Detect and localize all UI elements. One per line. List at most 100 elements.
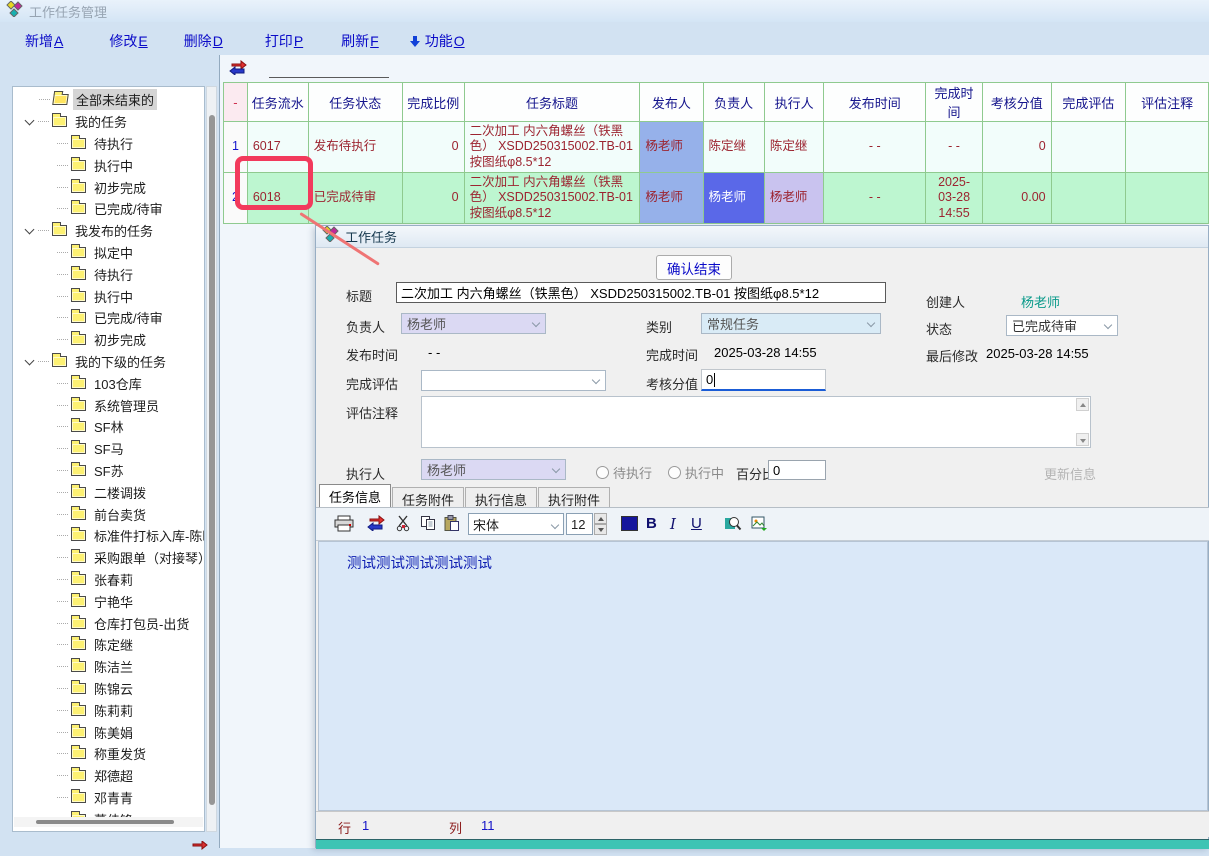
table-cell[interactable]: 二次加工 内六角螺丝（铁黑色） XSDD250315002.TB-01 按图纸φ…: [464, 173, 640, 224]
swap-arrows-icon[interactable]: [228, 60, 248, 80]
grid-column-header[interactable]: 执行人: [764, 83, 824, 122]
tree-item[interactable]: 已完成/待审: [13, 307, 205, 329]
tree-item[interactable]: 称重发货: [13, 743, 205, 765]
tree-item[interactable]: 陈定继: [13, 634, 205, 656]
tree-item[interactable]: 二楼调拨: [13, 481, 205, 503]
tree-item[interactable]: 103仓库: [13, 372, 205, 394]
category-select[interactable]: 常规任务: [701, 313, 881, 334]
size-increase-icon[interactable]: [594, 513, 607, 524]
table-cell[interactable]: [1051, 173, 1126, 224]
table-cell[interactable]: 2025-03-28 14:55: [926, 173, 983, 224]
tree-item[interactable]: 我的任务: [13, 111, 205, 133]
grid-column-header[interactable]: 负责人: [703, 83, 764, 122]
status-select[interactable]: 已完成待审: [1006, 315, 1118, 336]
swap-arrows-icon[interactable]: [366, 515, 386, 531]
tree-item[interactable]: 拟定中: [13, 242, 205, 264]
tree-item[interactable]: 陈莉莉: [13, 699, 205, 721]
tree-expand-icon[interactable]: [23, 119, 38, 124]
tree-item[interactable]: 仓库打包员-出货: [13, 612, 205, 634]
grid-column-header[interactable]: 完成评估: [1051, 83, 1126, 122]
percent-input[interactable]: 0: [768, 460, 826, 480]
table-cell[interactable]: [1126, 173, 1209, 224]
filter-underline[interactable]: [269, 77, 389, 78]
table-cell[interactable]: - -: [824, 173, 926, 224]
radio-running[interactable]: 执行中: [668, 463, 724, 482]
font-size-input[interactable]: 12: [566, 513, 593, 535]
delete-button[interactable]: 删除D: [184, 31, 223, 51]
tab-1[interactable]: 任务信息: [319, 484, 391, 507]
executor-select[interactable]: 杨老师: [421, 459, 566, 480]
table-cell[interactable]: 0: [402, 173, 464, 224]
tab-4[interactable]: 执行附件: [538, 487, 610, 507]
table-cell[interactable]: 杨老师: [764, 173, 824, 224]
grid-column-header[interactable]: 任务流水: [247, 83, 308, 122]
grid-column-header[interactable]: 考核分值: [982, 83, 1051, 122]
grid-column-header[interactable]: 完成时间: [926, 83, 983, 122]
editor-content[interactable]: 测试测试测试测试测试: [318, 541, 1208, 811]
tree-expand-icon[interactable]: [23, 359, 38, 364]
radio-pending[interactable]: 待执行: [596, 463, 652, 482]
tree-item[interactable]: 待执行: [13, 263, 205, 285]
table-cell[interactable]: 0.00: [982, 173, 1051, 224]
tree-expand-icon[interactable]: [23, 228, 38, 233]
grid-column-header[interactable]: 评估注释: [1126, 83, 1209, 122]
tree-item[interactable]: 陈锦云: [13, 678, 205, 700]
tree-item[interactable]: 初步完成: [13, 329, 205, 351]
confirm-finish-button[interactable]: 确认结束: [656, 255, 732, 280]
tree-item[interactable]: SF苏: [13, 460, 205, 482]
table-cell[interactable]: 0: [402, 122, 464, 173]
tab-3[interactable]: 执行信息: [465, 487, 537, 507]
edit-button[interactable]: 修改E: [109, 31, 147, 51]
owner-select[interactable]: 杨老师: [401, 313, 546, 334]
table-cell[interactable]: - -: [824, 122, 926, 173]
dialog-titlebar[interactable]: 工作任务: [316, 226, 1208, 248]
tree-item[interactable]: 张春莉: [13, 569, 205, 591]
scroll-down-icon[interactable]: [1076, 433, 1089, 446]
tree-item[interactable]: 前台卖货: [13, 503, 205, 525]
copy-icon[interactable]: [420, 515, 436, 531]
tree-item[interactable]: 执行中: [13, 154, 205, 176]
table-cell[interactable]: 发布待执行: [308, 122, 402, 173]
table-cell[interactable]: 二次加工 内六角螺丝（铁黑色） XSDD250315002.TB-01 按图纸φ…: [464, 122, 640, 173]
refresh-button[interactable]: 刷新F: [341, 31, 379, 51]
table-cell[interactable]: 陈定继: [764, 122, 824, 173]
tree-vertical-scrollbar[interactable]: [206, 86, 217, 832]
tab-2[interactable]: 任务附件: [392, 487, 464, 507]
tree-item[interactable]: 宁艳华: [13, 590, 205, 612]
size-decrease-icon[interactable]: [594, 524, 607, 535]
table-cell[interactable]: [1051, 122, 1126, 173]
scroll-up-icon[interactable]: [1076, 398, 1089, 411]
grid-column-header[interactable]: 发布人: [640, 83, 703, 122]
table-cell[interactable]: - -: [926, 122, 983, 173]
tree-item[interactable]: 系统管理员: [13, 394, 205, 416]
find-icon[interactable]: [724, 515, 743, 532]
tree-item[interactable]: 待执行: [13, 133, 205, 155]
tree-item[interactable]: SF马: [13, 438, 205, 460]
table-cell[interactable]: [1126, 122, 1209, 173]
tree-item[interactable]: 初步完成: [13, 176, 205, 198]
font-select[interactable]: 宋体: [468, 513, 564, 535]
eval-select[interactable]: [421, 370, 606, 391]
grid-column-header[interactable]: 发布时间: [824, 83, 926, 122]
table-cell[interactable]: 0: [982, 122, 1051, 173]
insert-image-icon[interactable]: [750, 515, 768, 532]
tree-item[interactable]: 我发布的任务: [13, 220, 205, 242]
note-textarea[interactable]: [421, 396, 1091, 448]
table-row[interactable]: 16017发布待执行0二次加工 内六角螺丝（铁黑色） XSDD250315002…: [224, 122, 1209, 173]
grid-column-header[interactable]: 任务状态: [308, 83, 402, 122]
font-color-swatch[interactable]: [621, 516, 638, 531]
tree-item[interactable]: 邓青青: [13, 787, 205, 809]
functions-button[interactable]: 功能O: [409, 31, 465, 51]
score-input[interactable]: 0: [701, 369, 826, 391]
table-cell[interactable]: 杨老师: [703, 173, 764, 224]
paste-icon[interactable]: [444, 515, 460, 532]
print-icon[interactable]: [334, 515, 354, 532]
table-cell[interactable]: 陈定继: [703, 122, 764, 173]
table-cell[interactable]: 已完成待审: [308, 173, 402, 224]
table-cell[interactable]: 杨老师: [640, 173, 703, 224]
grid-column-header[interactable]: 完成比例: [402, 83, 464, 122]
underline-button[interactable]: U: [691, 515, 702, 532]
tree-item[interactable]: 陈美娟: [13, 721, 205, 743]
grid-column-header[interactable]: -: [224, 83, 248, 122]
table-cell[interactable]: 杨老师: [640, 122, 703, 173]
